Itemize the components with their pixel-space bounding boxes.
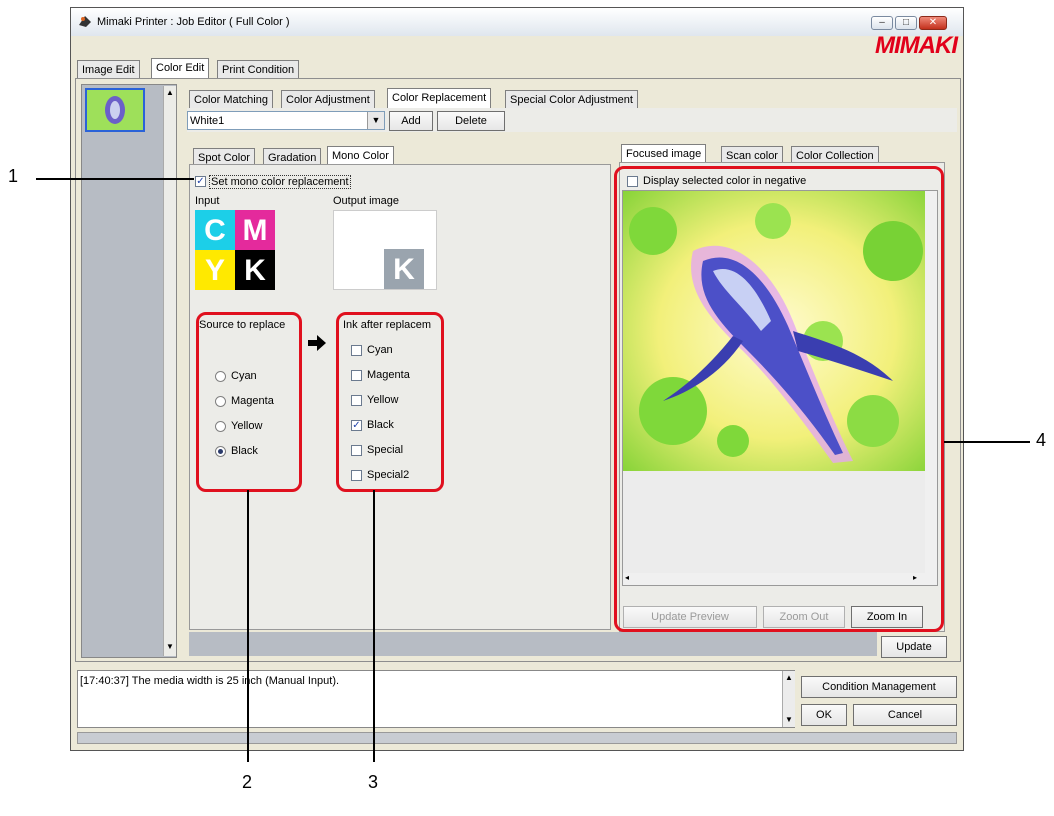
output-k-swatch: K [384, 249, 424, 289]
highlight-preview [614, 166, 944, 632]
input-cmyk-swatches: C M Y K [195, 210, 275, 290]
log-scroll-down-icon[interactable]: ▼ [785, 715, 793, 724]
cyan-swatch: C [195, 210, 235, 250]
scroll-up-icon[interactable]: ▲ [166, 88, 174, 97]
callout-4: 4 [1036, 430, 1047, 450]
arrow-right-icon [307, 334, 327, 355]
magenta-swatch: M [235, 210, 275, 250]
thumbnail-scrollbar[interactable]: ▲ ▼ [163, 86, 176, 656]
thumbnail-image [87, 90, 143, 130]
title-bar: Mimaki Printer : Job Editor ( Full Color… [71, 8, 963, 36]
set-mono-checkbox[interactable]: ✓ [195, 176, 206, 187]
add-button[interactable]: Add [389, 111, 433, 131]
ok-button[interactable]: OK [801, 704, 847, 726]
callout-line-1 [36, 178, 194, 180]
thumbnail-item[interactable] [85, 88, 145, 132]
update-button[interactable]: Update [881, 636, 947, 658]
app-icon [77, 13, 93, 29]
yellow-swatch: Y [195, 250, 235, 290]
tab-image-edit[interactable]: Image Edit [77, 60, 140, 78]
callout-2: 2 [242, 772, 253, 792]
callout-line-2 [247, 490, 249, 762]
cancel-button[interactable]: Cancel [853, 704, 957, 726]
callout-1: 1 [8, 166, 19, 186]
highlight-ink-group [336, 312, 444, 492]
progress-bar [77, 732, 957, 744]
tab-mono-color[interactable]: Mono Color [327, 146, 394, 166]
tab-color-edit[interactable]: Color Edit [151, 58, 210, 78]
window-title: Mimaki Printer : Job Editor ( Full Color… [97, 16, 290, 28]
log-text: [17:40:37] The media width is 25 inch (M… [80, 675, 340, 687]
tab-color-matching[interactable]: Color Matching [189, 90, 273, 108]
minimize-button[interactable]: – [871, 16, 893, 30]
replacement-select-value: White1 [190, 115, 225, 127]
tab-print-condition[interactable]: Print Condition [217, 60, 300, 78]
maximize-button[interactable]: □ [895, 16, 917, 30]
tab-color-replacement[interactable]: Color Replacement [387, 88, 492, 108]
output-image-label: Output image [333, 195, 400, 207]
status-strip [189, 632, 877, 656]
set-mono-label: Set mono color replacement [209, 175, 351, 189]
callout-line-4 [944, 441, 1030, 443]
tab-color-adjustment[interactable]: Color Adjustment [281, 90, 375, 108]
output-image: K [333, 210, 437, 290]
callout-3: 3 [368, 772, 379, 792]
delete-button[interactable]: Delete [437, 111, 505, 131]
tab-focused-image[interactable]: Focused image [621, 144, 707, 164]
condition-management-button[interactable]: Condition Management [801, 676, 957, 698]
log-area[interactable]: [17:40:37] The media width is 25 inch (M… [77, 670, 795, 728]
chevron-down-icon[interactable]: ▼ [367, 112, 384, 129]
tab-special-color-adjustment[interactable]: Special Color Adjustment [505, 90, 638, 108]
replacement-select[interactable]: White1 ▼ [187, 111, 385, 130]
close-button[interactable]: ✕ [919, 16, 947, 30]
callout-line-3 [373, 490, 375, 762]
black-swatch: K [235, 250, 275, 290]
log-scroll-up-icon[interactable]: ▲ [785, 673, 793, 682]
mimaki-logo: MIMAKI [875, 32, 958, 59]
scroll-down-icon[interactable]: ▼ [166, 642, 174, 651]
input-label: Input [195, 195, 220, 207]
highlight-source-group [196, 312, 302, 492]
log-scrollbar[interactable]: ▲ ▼ [782, 671, 795, 727]
